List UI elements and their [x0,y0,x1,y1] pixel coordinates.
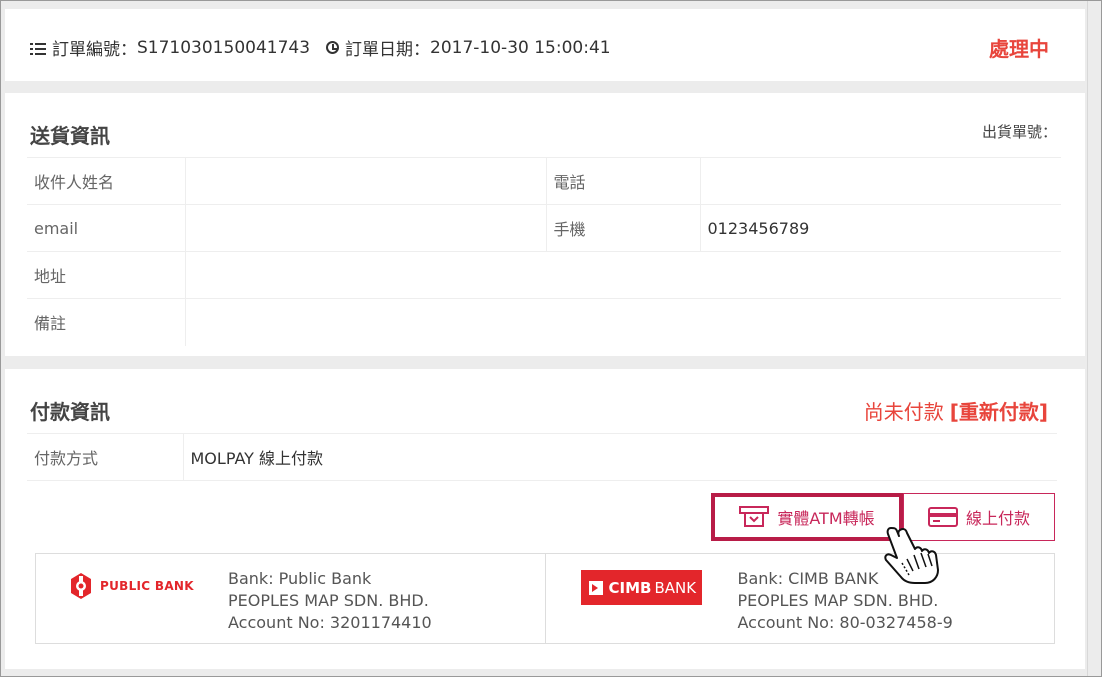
order-date-label: 訂單日期： [345,40,431,60]
note-label: 備註 [27,298,186,346]
public-bank-emblem-icon [71,573,91,599]
account-holder: PEOPLES MAP SDN. BHD. [737,591,939,610]
order-date: 2017-10-30 15:00:41 [430,37,611,58]
phone-label: 電話 [546,157,701,205]
public-bank-logo: PUBLIC BANK [70,572,194,600]
payment-status-text: 尚未付款 [863,400,944,424]
table-row: 備註 [27,298,1061,346]
order-status: 處理中 [989,37,1049,61]
public-bank-logo-text: PUBLIC BANK [100,579,194,593]
list-icon [30,40,46,56]
recipient-value [185,157,547,205]
shipping-card: 送貨資訊 出貨單號： 收件人姓名 電話 email 手機 0123456789 … [5,93,1085,356]
bank-name: Bank: Public Bank [228,569,372,588]
payment-method-value: MOLPAY 線上付款 [183,433,1057,481]
cimb-logo-text-2: BANK [654,578,697,597]
cimb-logo-text: CIMB [608,578,652,597]
cimb-chevron-icon [588,580,603,595]
payment-status: 尚未付款 [重新付款] [864,396,1048,425]
cimb-bank-logo: CIMB BANK [580,570,702,605]
address-label: 地址 [27,251,186,299]
order-info-line: 訂單編號： S171030150041743 訂單日期： 2017-10-30 … [30,35,611,60]
email-label: email [27,204,186,252]
scrollbar[interactable] [1087,0,1102,677]
payment-card: 付款資訊 尚未付款 [重新付款] 付款方式 MOLPAY 線上付款 實體ATM轉帳… [5,369,1085,669]
table-row: 收件人姓名 電話 [27,157,1061,205]
table-row: email 手機 0123456789 [27,204,1061,252]
tab-atm-label: 實體ATM轉帳 [777,509,875,528]
order-header-card: 訂單編號： S171030150041743 訂單日期： 2017-10-30 … [5,9,1085,81]
tab-atm-transfer[interactable]: 實體ATM轉帳 [711,493,903,541]
shipping-title: 送貨資訊 [30,124,110,148]
clock-icon [326,41,340,54]
address-value [185,251,1061,299]
shipping-table: 收件人姓名 電話 email 手機 0123456789 地址 備註 [27,157,1061,346]
ship-number-label: 出貨單號： [981,123,1057,141]
account-holder: PEOPLES MAP SDN. BHD. [228,591,429,610]
bank-card-public-bank: PUBLIC BANK Bank: Public Bank PEOPLES MA… [36,554,545,643]
order-number: S171030150041743 [137,37,311,58]
hand-pointer-icon [883,525,943,591]
table-row: 付款方式 MOLPAY 線上付款 [27,433,1057,481]
tab-online-label: 線上付款 [965,509,1030,528]
mobile-label: 手機 [546,204,701,252]
phone-value [700,157,1061,205]
atm-icon [739,506,770,528]
note-value [185,299,1061,346]
payment-title: 付款資訊 [30,400,110,424]
order-number-label: 訂單編號： [52,40,137,60]
public-bank-details: Bank: Public Bank PEOPLES MAP SDN. BHD. … [228,568,432,634]
recipient-label: 收件人姓名 [27,157,186,205]
bank-card-cimb: CIMB BANK Bank: CIMB BANK PEOPLES MAP SD… [544,554,1055,643]
payment-method-label: 付款方式 [27,433,184,481]
table-row: 地址 [27,251,1061,299]
repay-link[interactable]: [重新付款] [950,400,1048,424]
account-number: Account No: 80-0327458-9 [737,613,953,632]
account-number: Account No: 3201174410 [228,613,432,632]
email-value [185,204,547,252]
payment-table: 付款方式 MOLPAY 線上付款 [27,433,1057,481]
mobile-value: 0123456789 [700,204,1061,252]
